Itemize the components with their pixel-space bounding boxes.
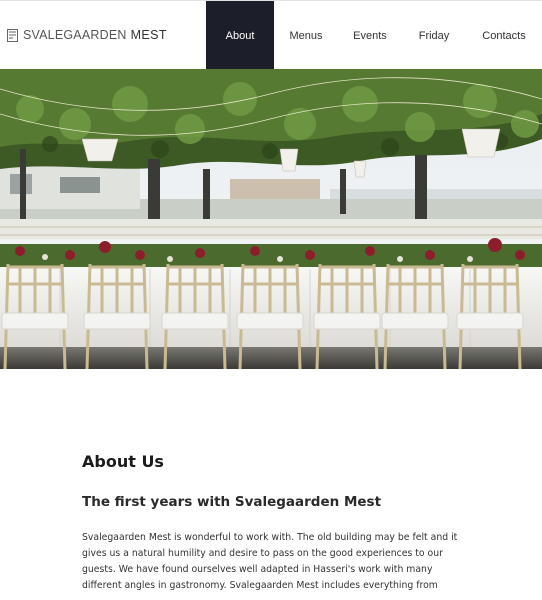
hero-photo-wedding-tables (0, 69, 542, 369)
logo[interactable]: SVALEGAARDEN MEST (7, 28, 167, 42)
logo-text-bold: MEST (130, 28, 167, 42)
nav-item-friday[interactable]: Friday (402, 1, 466, 70)
nav-item-events[interactable]: Events (338, 1, 402, 70)
about-section: About Us The first years with Svalegaard… (82, 452, 462, 594)
logo-mark-icon (7, 28, 18, 42)
nav-item-about[interactable]: About (206, 1, 274, 70)
section-subtitle: The first years with Svalegaarden Mest (82, 494, 382, 510)
page-title: About Us (82, 452, 164, 471)
site-header: SVALEGAARDEN MEST About Menus Events Fri… (0, 0, 542, 70)
main-nav: About Menus Events Friday Contacts (206, 1, 542, 70)
logo-text-light: SVALEGAARDEN (23, 28, 127, 42)
nav-item-contacts[interactable]: Contacts (466, 1, 542, 70)
about-paragraph: Svalegaarden Mest is wonderful to work w… (82, 532, 458, 591)
nav-item-menus[interactable]: Menus (274, 1, 338, 70)
hero-image (0, 69, 542, 369)
